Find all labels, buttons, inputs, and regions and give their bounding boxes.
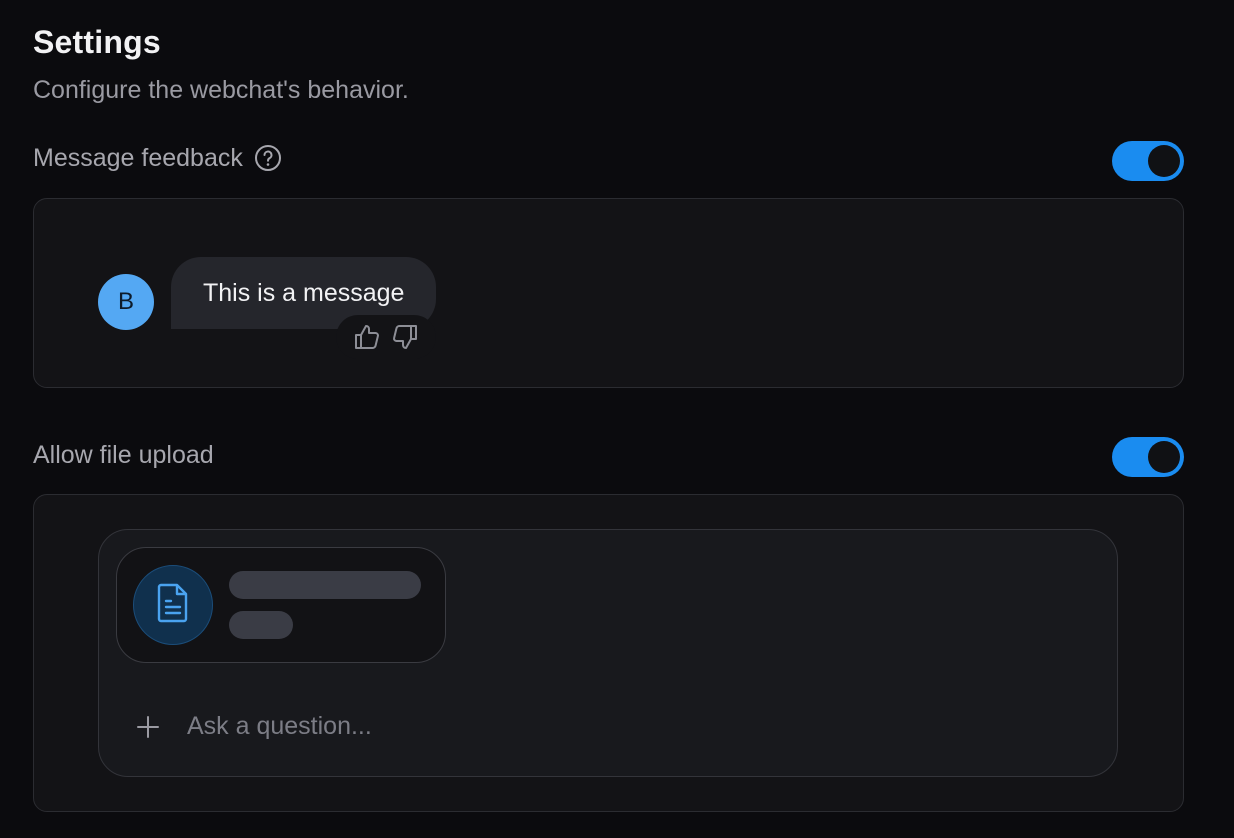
file-upload-toggle[interactable] [1112, 437, 1184, 477]
page-title: Settings [33, 24, 161, 60]
plus-icon[interactable] [135, 714, 161, 740]
file-upload-preview [33, 494, 1184, 812]
message-feedback-row: Message feedback [33, 143, 283, 173]
thumbs-down-icon[interactable] [390, 321, 422, 353]
file-icon-wrap [133, 565, 213, 645]
message-feedback-toggle[interactable] [1112, 141, 1184, 181]
question-circle-icon[interactable] [253, 143, 283, 173]
toggle-knob [1148, 145, 1180, 177]
file-upload-row: Allow file upload [33, 441, 214, 470]
document-icon [153, 581, 193, 630]
page-subtitle: Configure the webchat's behavior. [33, 76, 409, 104]
file-attachment-card[interactable] [116, 547, 446, 663]
chat-composer [98, 529, 1118, 777]
feedback-buttons [336, 315, 436, 359]
toggle-knob [1148, 441, 1180, 473]
thumbs-up-icon[interactable] [350, 321, 382, 353]
settings-page: Settings Configure the webchat's behavio… [0, 0, 1234, 838]
avatar: B [98, 274, 154, 330]
message-feedback-preview: B This is a message [33, 198, 1184, 388]
file-name-placeholder [229, 571, 421, 599]
question-input[interactable] [187, 704, 987, 748]
file-upload-label: Allow file upload [33, 441, 214, 469]
message-text: This is a message [203, 278, 405, 307]
message-feedback-label: Message feedback [33, 143, 243, 172]
file-size-placeholder [229, 611, 293, 639]
